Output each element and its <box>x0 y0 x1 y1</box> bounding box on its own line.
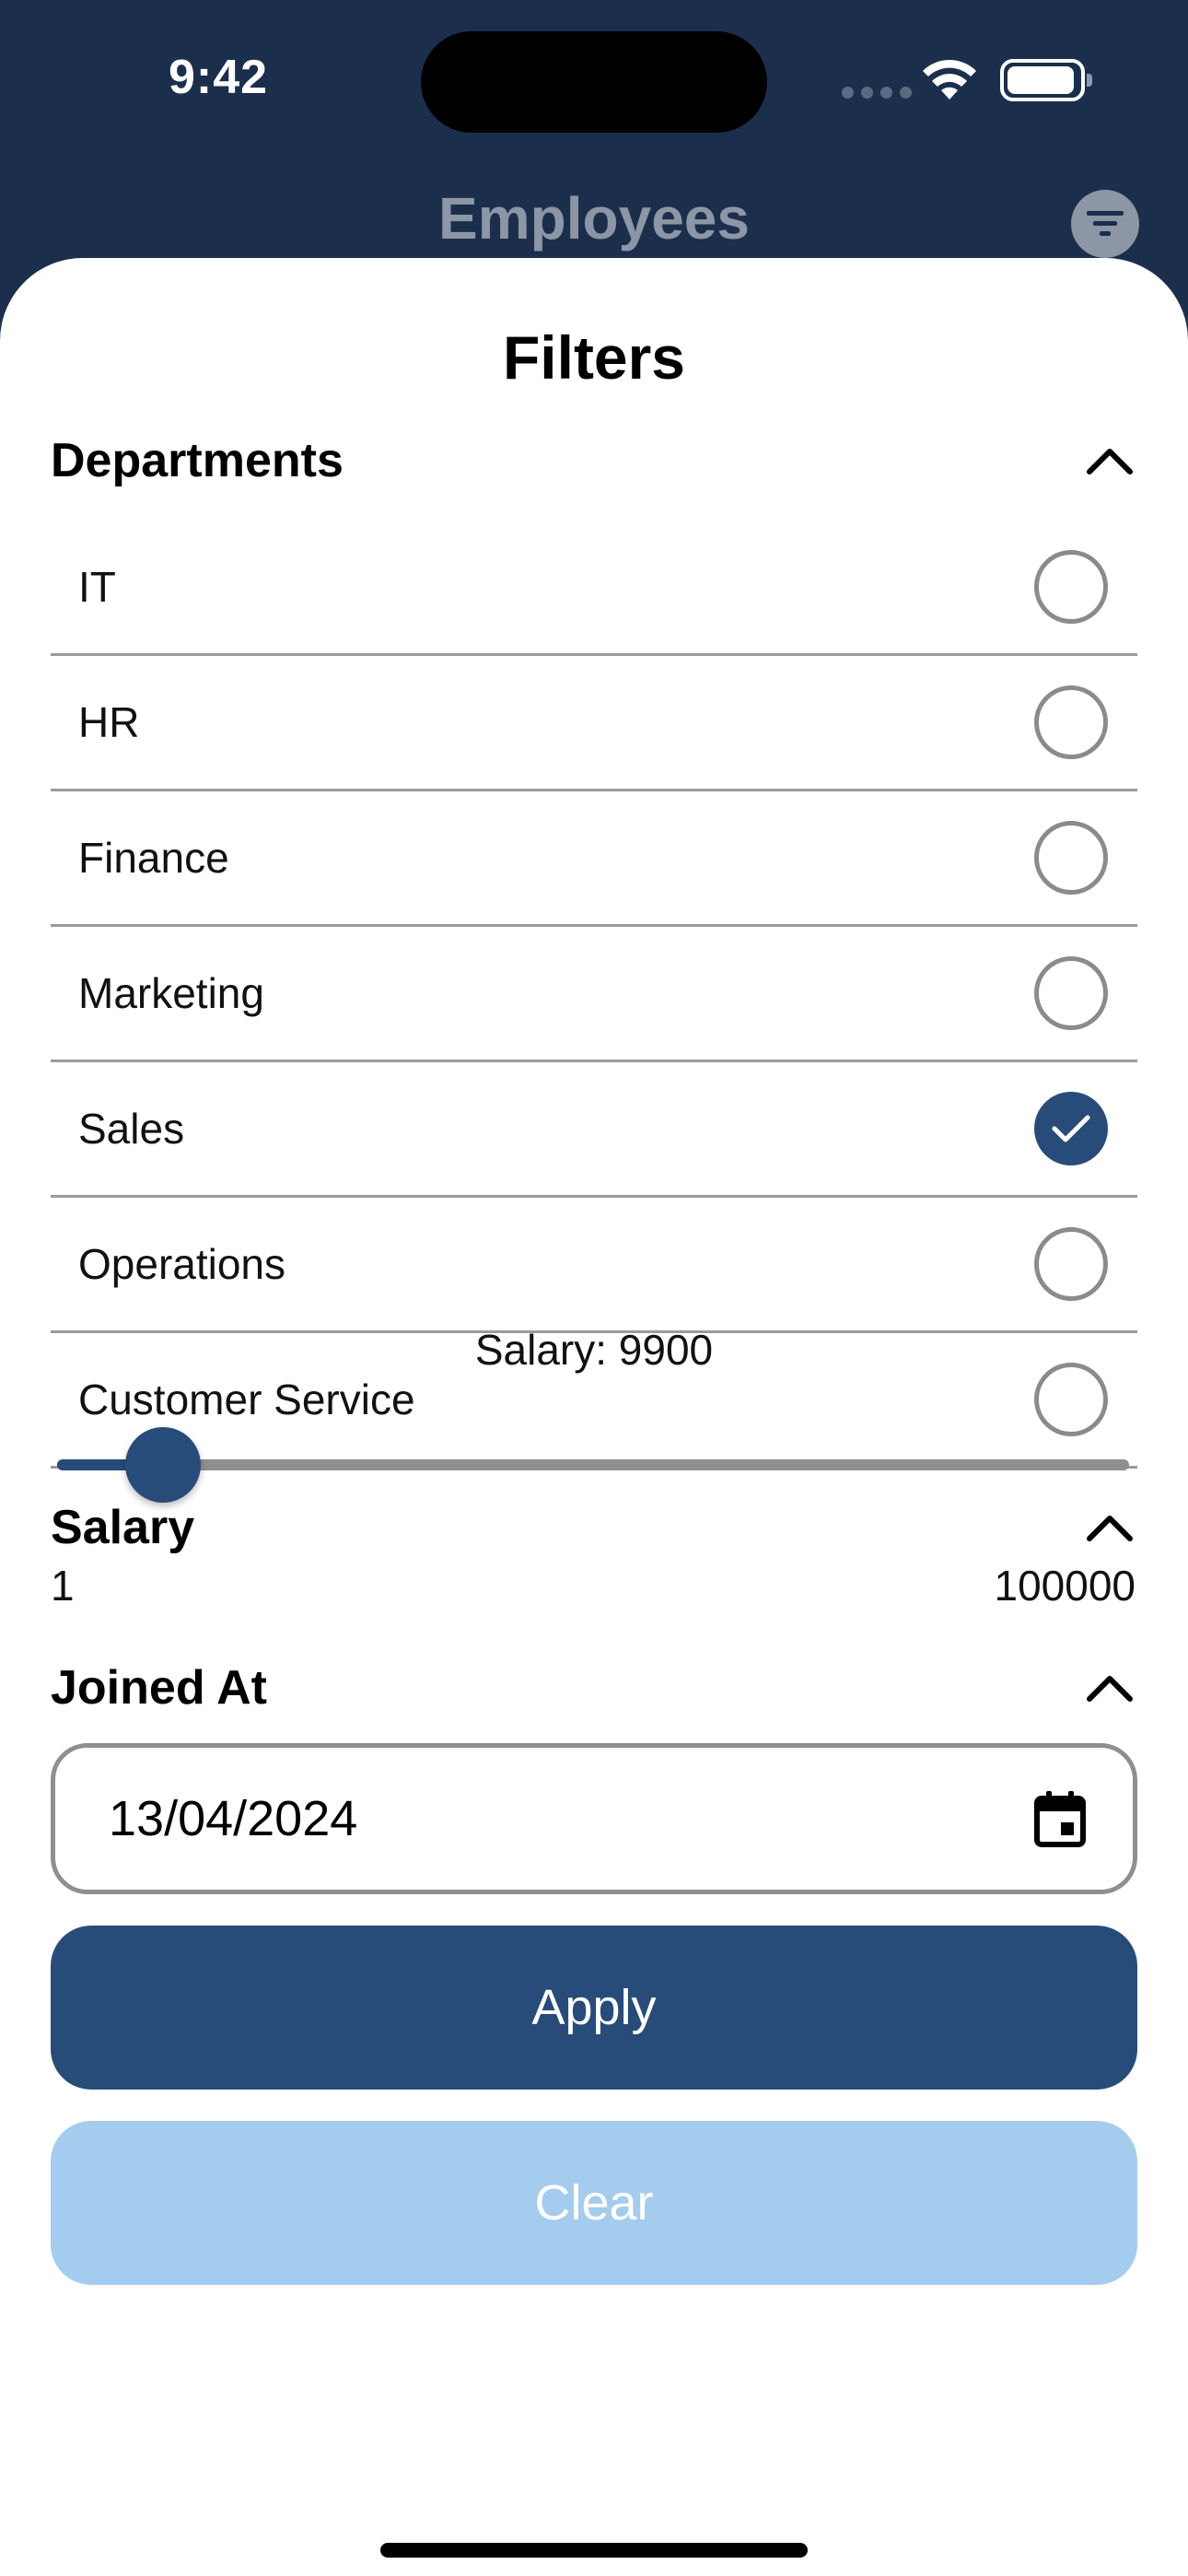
checkmark-icon <box>1052 1115 1090 1142</box>
department-label: Operations <box>78 1240 286 1288</box>
filter-button[interactable] <box>1071 190 1139 258</box>
chevron-up-icon[interactable] <box>1082 442 1137 479</box>
department-row-it[interactable]: IT <box>51 521 1137 656</box>
home-indicator <box>380 2543 808 2558</box>
sheet-title: Filters <box>502 323 686 392</box>
chevron-up-icon[interactable] <box>1082 1509 1137 1546</box>
department-label: IT <box>78 563 116 611</box>
salary-header[interactable]: Salary <box>51 1500 1137 1555</box>
clear-button[interactable]: Clear <box>51 2121 1137 2285</box>
department-row-sales[interactable]: Sales <box>51 1062 1137 1198</box>
radio-unchecked[interactable] <box>1034 821 1108 895</box>
department-label: HR <box>78 698 140 746</box>
slider-track[interactable] <box>57 1459 1129 1470</box>
joined-at-header[interactable]: Joined At <box>51 1660 1137 1715</box>
filter-icon <box>1087 211 1124 236</box>
department-row-operations[interactable]: Operations <box>51 1198 1137 1333</box>
app-screen: 9:42 Employees Filters Departments IT HR… <box>0 0 1188 2576</box>
apply-button[interactable]: Apply <box>51 1926 1137 2090</box>
status-time: 9:42 <box>169 51 269 104</box>
department-label: Finance <box>78 834 229 882</box>
radio-unchecked[interactable] <box>1034 550 1108 624</box>
salary-slider[interactable] <box>57 1427 1129 1503</box>
chevron-up-icon[interactable] <box>1082 1669 1137 1706</box>
department-label: Marketing <box>78 969 264 1017</box>
radio-unchecked[interactable] <box>1034 1227 1108 1301</box>
radio-checked[interactable] <box>1034 1092 1108 1165</box>
joined-at-label: Joined At <box>51 1661 267 1715</box>
departments-header[interactable]: Departments <box>51 433 1137 488</box>
department-row-finance[interactable]: Finance <box>51 791 1137 927</box>
salary-min-label: 1 <box>51 1562 75 1610</box>
calendar-icon[interactable] <box>1033 1789 1087 1848</box>
page-title: Employees <box>438 185 750 252</box>
slider-thumb[interactable] <box>125 1427 202 1503</box>
department-row-hr[interactable]: HR <box>51 656 1137 791</box>
departments-label: Departments <box>51 434 344 487</box>
radio-unchecked[interactable] <box>1034 956 1108 1030</box>
dynamic-island <box>421 31 767 133</box>
radio-unchecked[interactable] <box>1034 685 1108 759</box>
salary-max-label: 100000 <box>994 1562 1136 1610</box>
joined-at-date-field[interactable] <box>51 1743 1137 1894</box>
department-label: Sales <box>78 1105 185 1153</box>
salary-label: Salary <box>51 1501 195 1554</box>
date-input[interactable] <box>109 1790 845 1847</box>
signal-icon <box>842 87 912 99</box>
department-row-marketing[interactable]: Marketing <box>51 927 1137 1062</box>
battery-icon <box>1000 59 1092 101</box>
department-label: Customer Service <box>78 1376 415 1423</box>
wifi-icon <box>923 59 976 100</box>
salary-value-text: Salary: 9900 <box>474 1326 714 1374</box>
